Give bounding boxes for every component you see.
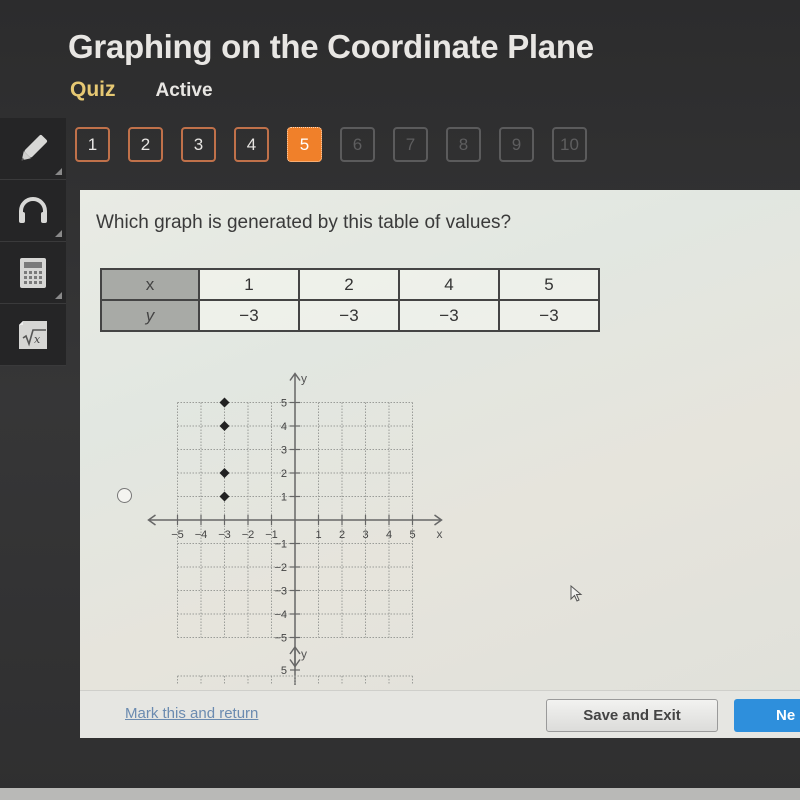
quiz-screen: Graphing on the Coordinate Plane Quiz Ac… bbox=[0, 0, 800, 800]
mark-and-return-link[interactable]: Mark this and return bbox=[125, 705, 258, 722]
y-tick-label: −5 bbox=[274, 633, 287, 645]
question-2-button[interactable]: 2 bbox=[128, 127, 163, 162]
data-point bbox=[219, 421, 230, 431]
row-header-y: y bbox=[100, 299, 200, 332]
question-10-button: 10 bbox=[552, 127, 587, 162]
preview-y-axis-label: y bbox=[301, 647, 307, 661]
y-tick-label: −2 bbox=[274, 562, 287, 574]
y-tick-label: 1 bbox=[281, 492, 287, 504]
question-6-button: 6 bbox=[340, 127, 375, 162]
tool-menu-corner bbox=[55, 168, 62, 175]
table-cell: −3 bbox=[498, 299, 600, 332]
question-prompt: Which graph is generated by this table o… bbox=[96, 212, 512, 233]
table-cell: 4 bbox=[398, 268, 500, 301]
section-label: Quiz bbox=[70, 78, 116, 101]
values-table: x 1 2 4 5 y −3 −3 −3 −3 bbox=[100, 268, 600, 332]
formula-tool-button[interactable]: x bbox=[0, 304, 66, 366]
next-button[interactable]: Ne bbox=[734, 699, 800, 732]
question-8-button: 8 bbox=[446, 127, 481, 162]
tool-menu-corner bbox=[55, 230, 62, 237]
table-cell: −3 bbox=[298, 299, 400, 332]
table-cell: 2 bbox=[298, 268, 400, 301]
x-tick-label: −4 bbox=[195, 529, 208, 541]
y-tick-label: −3 bbox=[274, 586, 287, 598]
square-root-icon: x bbox=[19, 320, 47, 349]
question-4-button[interactable]: 4 bbox=[234, 127, 269, 162]
table-cell: −3 bbox=[198, 299, 300, 332]
taskbar-strip bbox=[0, 788, 800, 800]
x-tick-label: 3 bbox=[362, 529, 368, 541]
pencil-tool-button[interactable] bbox=[0, 118, 66, 180]
question-5-button[interactable]: 5 bbox=[287, 127, 322, 162]
x-tick-label: −2 bbox=[242, 529, 255, 541]
x-tick-label: −5 bbox=[171, 529, 184, 541]
table-cell: 5 bbox=[498, 268, 600, 301]
mouse-cursor-icon bbox=[570, 585, 583, 602]
y-axis-label: y bbox=[301, 372, 307, 386]
y-tick-label: −1 bbox=[274, 539, 287, 551]
page-title: Graphing on the Coordinate Plane bbox=[68, 28, 594, 65]
x-tick-label: −3 bbox=[218, 529, 231, 541]
answer-option-radio[interactable] bbox=[117, 488, 132, 503]
question-navigator: 1 2 3 4 5 6 7 8 9 10 bbox=[75, 127, 587, 162]
data-point bbox=[219, 468, 230, 478]
x-tick-label: 5 bbox=[409, 529, 415, 541]
data-point bbox=[219, 491, 230, 502]
y-tick-label: −4 bbox=[274, 609, 287, 621]
audio-tool-button[interactable] bbox=[0, 180, 66, 242]
table-cell: 1 bbox=[198, 268, 300, 301]
y-tick-label: 3 bbox=[281, 445, 287, 457]
x-tick-label: 2 bbox=[339, 529, 345, 541]
coordinate-graph: xy−5 −4 −3 −2 −1 1 2 3 4 554321−1−2−3−4−5y5 bbox=[147, 372, 443, 685]
quiz-subheader: Quiz Active bbox=[70, 78, 213, 102]
y-tick-label: 2 bbox=[281, 468, 287, 480]
question-9-button: 9 bbox=[499, 127, 534, 162]
table-cell: −3 bbox=[398, 299, 500, 332]
calculator-icon bbox=[20, 257, 46, 288]
status-label: Active bbox=[155, 80, 213, 101]
save-and-exit-button[interactable]: Save and Exit bbox=[546, 699, 718, 732]
preview-y-tick-label: 5 bbox=[281, 665, 287, 677]
data-point bbox=[219, 397, 230, 408]
calculator-tool-button[interactable] bbox=[0, 242, 66, 304]
tool-menu-corner bbox=[55, 292, 62, 299]
question-panel: Which graph is generated by this table o… bbox=[80, 190, 800, 738]
headphones-icon bbox=[19, 196, 47, 223]
table-row-x: x 1 2 4 5 bbox=[100, 268, 600, 301]
quiz-footer: Mark this and return Save and Exit Ne bbox=[80, 690, 800, 738]
question-1-button[interactable]: 1 bbox=[75, 127, 110, 162]
table-row-y: y −3 −3 −3 −3 bbox=[100, 299, 600, 332]
y-tick-label: 4 bbox=[281, 421, 287, 433]
pencil-icon bbox=[21, 134, 48, 160]
question-7-button: 7 bbox=[393, 127, 428, 162]
x-tick-label: 4 bbox=[386, 529, 392, 541]
row-header-x: x bbox=[100, 268, 200, 301]
x-tick-label: 1 bbox=[315, 529, 321, 541]
tool-sidebar: x bbox=[0, 118, 68, 366]
question-3-button[interactable]: 3 bbox=[181, 127, 216, 162]
svg-text:x: x bbox=[34, 333, 41, 346]
x-axis-label: x bbox=[437, 527, 443, 541]
y-tick-label: 5 bbox=[281, 398, 287, 410]
